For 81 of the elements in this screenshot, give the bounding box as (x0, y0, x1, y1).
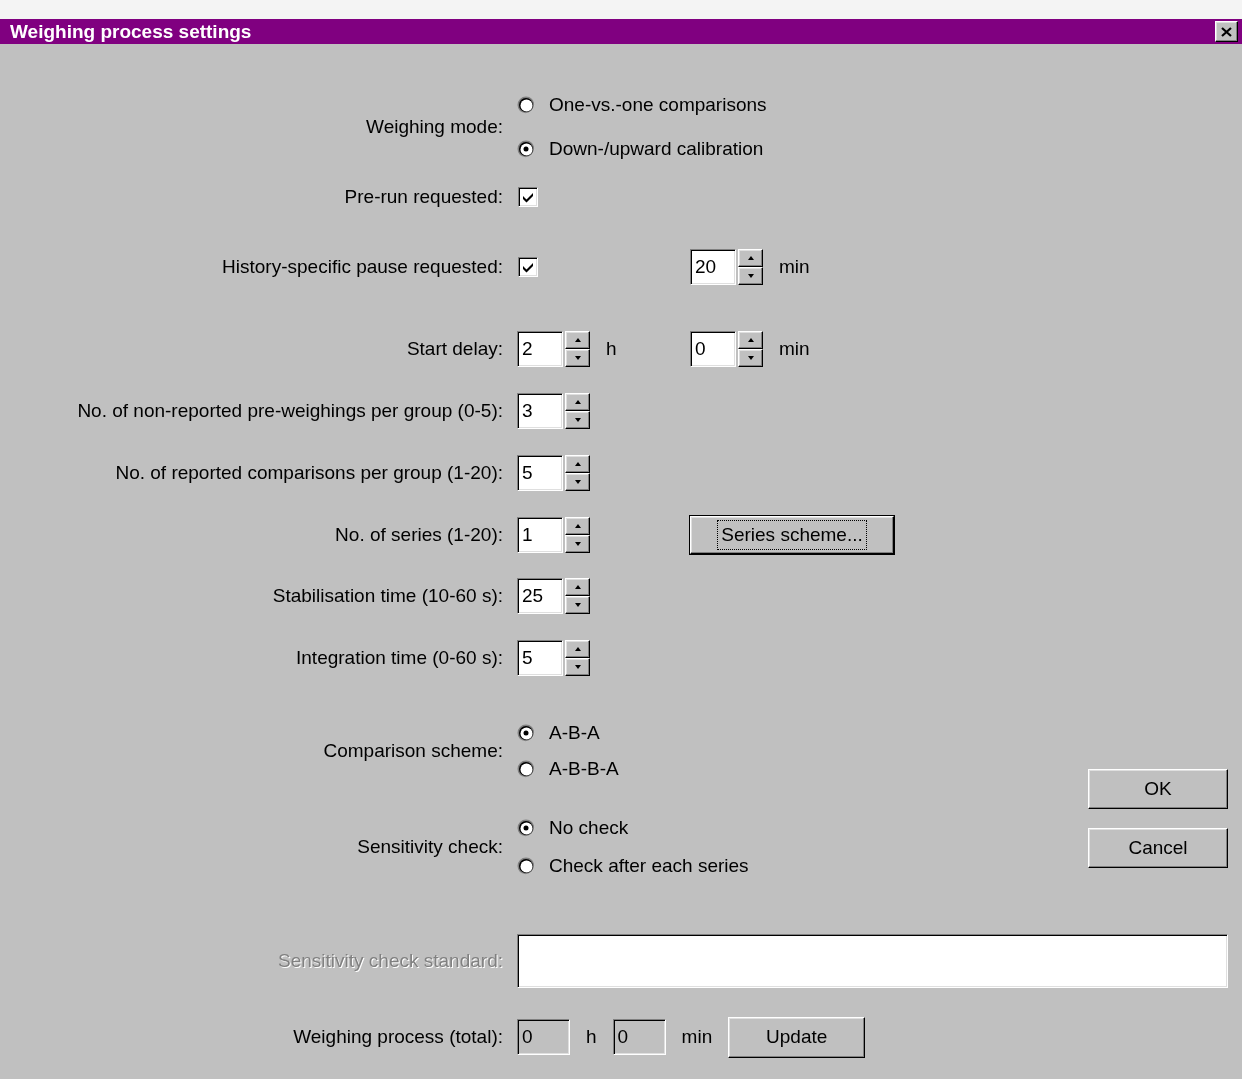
unit-label: min (779, 256, 810, 278)
ok-button[interactable]: OK (1088, 769, 1228, 809)
field-label: Weighing mode: (365, 116, 503, 138)
close-button[interactable] (1215, 21, 1238, 42)
up-arrow-button[interactable] (565, 331, 590, 349)
down-arrow-icon (573, 664, 582, 670)
spin-field[interactable]: 20 (690, 249, 736, 285)
field-label: Sensitivity check: (356, 836, 503, 858)
series-scheme-button[interactable]: Series scheme... (690, 516, 894, 554)
up-arrow-icon (746, 255, 755, 261)
spin-field[interactable]: 25 (517, 578, 563, 614)
down-arrow-icon (746, 355, 755, 361)
down-arrow-button[interactable] (565, 411, 590, 429)
field-label: Stabilisation time (10-60 s): (271, 585, 503, 607)
down-arrow-button[interactable] (565, 349, 590, 367)
up-arrow-button[interactable] (565, 640, 590, 658)
spin-field[interactable]: 1 (517, 517, 563, 553)
radio-button[interactable] (517, 96, 535, 114)
spin-field[interactable]: 0 (690, 331, 736, 367)
radio-label[interactable]: One-vs.-one comparisons (549, 94, 767, 116)
field-label: No. of reported comparisons per group (1-20): (114, 462, 503, 484)
down-arrow-icon (573, 479, 582, 485)
spin-field[interactable]: 5 (517, 640, 563, 676)
total-field: 0 (612, 1019, 666, 1055)
unit-label: min (681, 1026, 713, 1048)
down-arrow-icon (746, 273, 755, 279)
radio-label[interactable]: Down-/upward calibration (549, 138, 764, 160)
down-arrow-button[interactable] (565, 535, 590, 553)
down-arrow-icon (573, 417, 582, 423)
checkbox[interactable] (518, 187, 538, 207)
up-arrow-button[interactable] (738, 249, 763, 267)
field-label: Sensitivity check standard: (277, 950, 503, 972)
up-arrow-icon (573, 584, 582, 590)
radio-button[interactable] (517, 857, 535, 875)
up-arrow-button[interactable] (565, 393, 590, 411)
down-arrow-icon (573, 355, 582, 361)
radio-button[interactable] (517, 760, 535, 778)
field-label: Start delay: (405, 338, 503, 360)
close-icon (1221, 26, 1232, 37)
down-arrow-button[interactable] (565, 596, 590, 614)
up-arrow-button[interactable] (565, 578, 590, 596)
radio-button[interactable] (517, 819, 535, 837)
total-field: 0 (517, 1019, 570, 1055)
radio-label[interactable]: A-B-A (549, 722, 600, 744)
field-label: Weighing process (total): (292, 1026, 503, 1048)
field-label: Pre-run requested: (343, 186, 503, 208)
radio-label[interactable]: Check after each series (549, 855, 749, 877)
down-arrow-button[interactable] (565, 658, 590, 676)
radio-button[interactable] (517, 140, 535, 158)
up-arrow-icon (573, 646, 582, 652)
radio-label[interactable]: No check (549, 817, 629, 839)
radio-button[interactable] (517, 724, 535, 742)
field-label: No. of series (1-20): (334, 524, 503, 546)
unit-label: min (779, 338, 810, 360)
up-arrow-button[interactable] (738, 331, 763, 349)
field-label: No. of non-reported pre-weighings per group (0-5): (76, 400, 503, 422)
text-field[interactable] (517, 934, 1228, 988)
field-label: Integration time (0-60 s): (295, 647, 503, 669)
down-arrow-button[interactable] (738, 349, 763, 367)
down-arrow-icon (573, 541, 582, 547)
up-arrow-icon (573, 461, 582, 467)
spin-field[interactable]: 3 (517, 393, 563, 429)
spin-field[interactable]: 2 (517, 331, 563, 367)
window-title: Weighing process settings (10, 20, 253, 43)
up-arrow-button[interactable] (565, 455, 590, 473)
field-label: History-specific pause requested: (221, 256, 503, 278)
checkbox[interactable] (518, 257, 538, 277)
down-arrow-button[interactable] (565, 473, 590, 491)
field-label: Comparison scheme: (322, 740, 503, 762)
up-arrow-button[interactable] (565, 517, 590, 535)
unit-label: h (586, 1026, 597, 1048)
unit-label: h (606, 338, 617, 360)
cancel-button[interactable]: Cancel (1088, 828, 1228, 868)
down-arrow-button[interactable] (738, 267, 763, 285)
up-arrow-icon (573, 337, 582, 343)
up-arrow-icon (573, 523, 582, 529)
down-arrow-icon (573, 602, 582, 608)
up-arrow-icon (573, 399, 582, 405)
up-arrow-icon (746, 337, 755, 343)
spin-field[interactable]: 5 (517, 455, 563, 491)
radio-label[interactable]: A-B-B-A (549, 758, 619, 780)
